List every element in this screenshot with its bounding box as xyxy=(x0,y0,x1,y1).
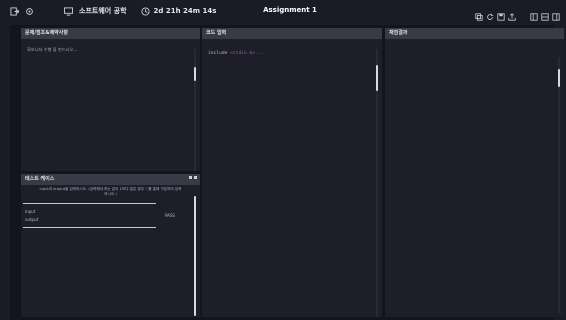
timer-text: 2d 21h 24m 14s xyxy=(153,7,217,15)
include-keyword: include xyxy=(208,51,228,56)
upload-icon[interactable] xyxy=(508,6,516,21)
problem-panel-title: 문제/점조&제약사항 xyxy=(21,28,200,39)
testcase-divider-top xyxy=(23,203,156,204)
course-name: 소프트웨어 공학 xyxy=(79,7,127,15)
testcase-scroll-thumb[interactable] xyxy=(194,196,196,316)
timer: 2d 21h 24m 14s xyxy=(140,6,217,16)
result-panel-title: 채점결과 xyxy=(385,28,564,39)
testcase-status: PASS xyxy=(165,213,175,218)
layout-icon-1[interactable] xyxy=(530,6,538,21)
workspace: 문제/점조&제약사항 화보니자 수행 을 판드시오... 테스트 케이스 inp… xyxy=(10,25,564,320)
testcase-description-line2: 하시오.) xyxy=(104,192,117,196)
problem-text: 화보니자 수행 을 판드시오... xyxy=(27,47,78,52)
testcase-panel-title: 테스트 케이스 xyxy=(21,174,200,185)
result-panel-body xyxy=(385,39,564,317)
add-testcase-button[interactable] xyxy=(189,176,192,179)
code-panel-title: 코드 입력 xyxy=(202,28,382,39)
problem-panel: 문제/점조&제약사항 화보니자 수행 을 판드시오... xyxy=(21,28,200,171)
result-scrollbar[interactable] xyxy=(558,57,560,313)
exit-icon[interactable] xyxy=(10,6,19,16)
code-panel: 코드 입력 include <stdio.h>... xyxy=(202,28,382,317)
code-scroll-thumb[interactable] xyxy=(376,65,378,91)
problem-panel-body: 화보니자 수행 을 판드시오... xyxy=(21,39,200,171)
course-selector[interactable]: 소프트웨어 공학 xyxy=(64,6,127,16)
refresh-icon[interactable] xyxy=(486,6,494,20)
top-bar: 소프트웨어 공학 2d 21h 24m 14s Assignment 1 xyxy=(0,0,566,22)
top-bar-left: 소프트웨어 공학 2d 21h 24m 14s xyxy=(0,6,216,16)
problem-scrollbar[interactable] xyxy=(194,49,196,171)
page-title: Assignment 1 xyxy=(263,6,317,14)
layout-icon-2[interactable] xyxy=(541,6,549,21)
testcase-controls xyxy=(189,176,197,179)
code-scrollbar[interactable] xyxy=(376,49,378,317)
testcase-panel: 테스트 케이스 input과 output을 입력하시오. (입력해야 하는 값… xyxy=(21,174,200,317)
top-bar-actions xyxy=(475,6,560,21)
monitor-icon xyxy=(64,6,73,16)
settings-icon[interactable] xyxy=(25,7,34,16)
layout-icon-3[interactable] xyxy=(552,6,560,21)
result-panel: 채점결과 xyxy=(385,28,564,317)
testcase-input-field[interactable]: input xyxy=(25,209,35,214)
save-icon[interactable] xyxy=(497,6,505,21)
testcase-divider-bottom xyxy=(23,227,156,228)
result-scroll-thumb[interactable] xyxy=(558,69,560,87)
testcase-panel-body: input과 output을 입력하시오. (입력해야 하는 값이 1보다 많은… xyxy=(21,185,200,317)
testcase-description: input과 output을 입력하시오. (입력해야 하는 값이 1보다 많은… xyxy=(21,187,200,197)
clock-icon xyxy=(140,6,150,16)
testcase-output-field[interactable]: output xyxy=(25,217,38,222)
code-editor[interactable]: include <stdio.h>... xyxy=(202,39,382,317)
problem-scroll-thumb[interactable] xyxy=(194,67,196,81)
include-header: <stdio.h>... xyxy=(230,51,264,56)
remove-testcase-button[interactable] xyxy=(194,176,197,179)
copy-icon[interactable] xyxy=(475,6,483,21)
testcase-scrollbar[interactable] xyxy=(194,196,196,316)
code-line-1[interactable]: include <stdio.h>... xyxy=(208,51,263,56)
